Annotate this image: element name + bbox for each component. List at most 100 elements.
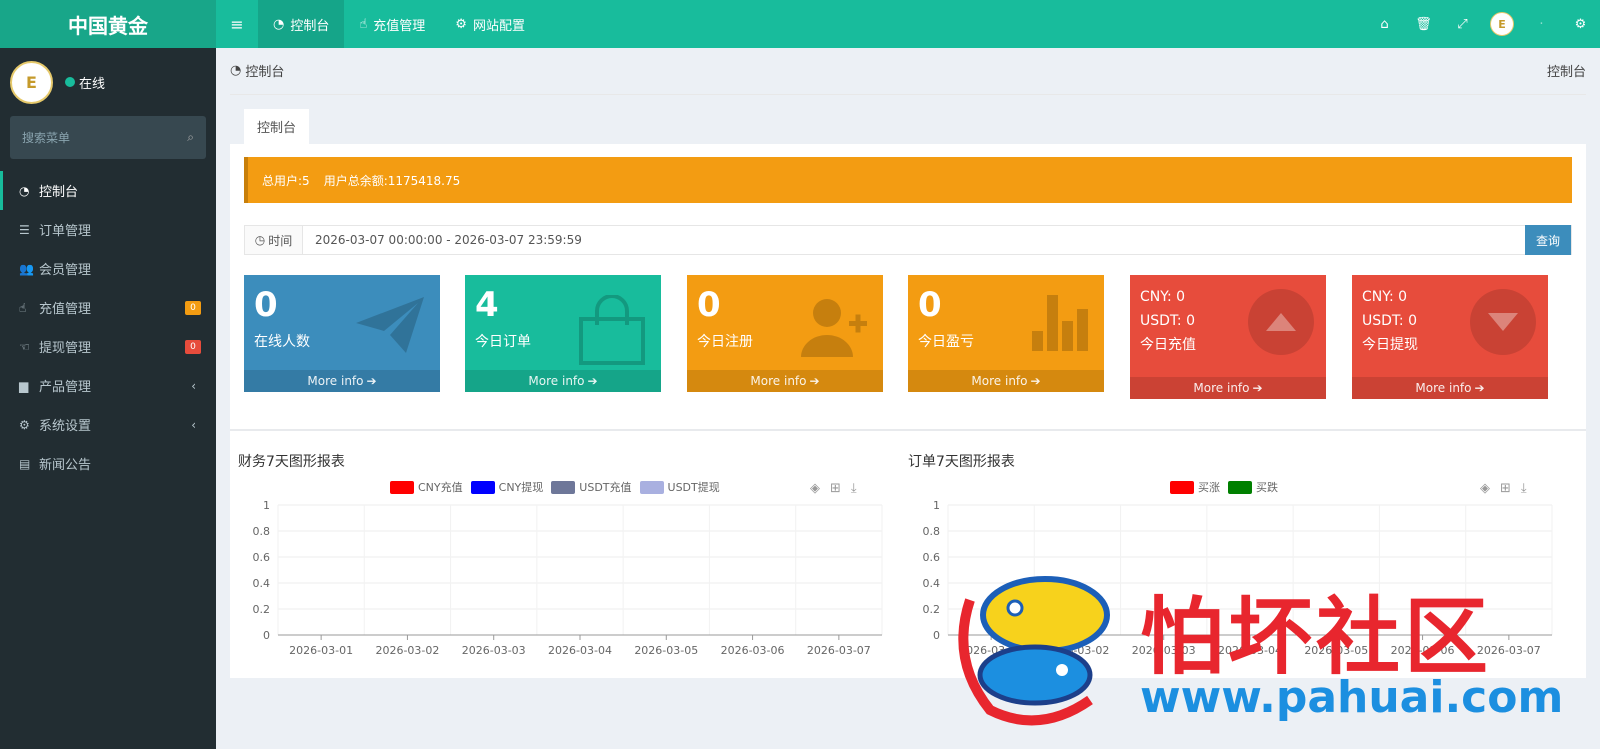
y-tick-label: 1: [933, 499, 940, 512]
sidebar-item-orders[interactable]: ☰ 订单管理: [0, 210, 216, 249]
more-info-link[interactable]: More info ➔: [1130, 377, 1326, 399]
legend-swatch: [551, 480, 576, 494]
more-info-label: More info: [971, 374, 1028, 388]
y-tick-label: 0.4: [923, 577, 941, 590]
user-status: 在线: [65, 73, 105, 92]
hand-icon: ☜: [19, 339, 30, 354]
panel-tabs: 控制台: [230, 95, 1586, 144]
more-info-link[interactable]: More info ➔: [244, 370, 440, 392]
finance-chart: 0 0.2 0.4 0.6 0.8 1 2026-03-01 2026-03-02 2026-0…: [230, 435, 890, 665]
dashboard-icon: ◔: [19, 183, 30, 198]
tab-panel-dashboard[interactable]: 控制台: [244, 109, 309, 144]
dashboard-icon: ◔: [230, 62, 242, 78]
search-icon[interactable]: ⌕: [187, 130, 194, 145]
user-avatar-small[interactable]: E: [1490, 12, 1514, 36]
more-info-label: More info: [528, 374, 585, 388]
sidebar-item-settings[interactable]: ⚙ 系统设置 ‹: [0, 405, 216, 444]
sidebar-toggle-button[interactable]: ≡: [216, 0, 258, 48]
top-navbar: ≡ ◔ 控制台 ☝ 充值管理 ⚙ 网站配置 ⌂ 🗑 ⤢ E · ⚙: [216, 0, 1600, 48]
sidebar-item-label: 新闻公告: [39, 458, 92, 473]
sidebar: E 在线 ⌕ ◔ 控制台 ☰ 订单管理 👥 会员管理 ☝ 充值管理 0 ☜ 提现…: [0, 48, 216, 749]
breadcrumb: ◔ 控制台 控制台: [216, 48, 1600, 92]
chart-legend: 买涨 买跌: [1170, 479, 1278, 495]
legend-swatch: [1228, 480, 1252, 494]
download-icon[interactable]: ⤓: [1521, 481, 1527, 496]
x-tick-label: 2026-03-07: [807, 644, 871, 657]
x-tick-label: 2026-03-06: [1391, 644, 1455, 657]
data-view-icon[interactable]: ⊞: [830, 481, 841, 496]
stack-icon[interactable]: ◈: [1480, 481, 1490, 496]
search-input[interactable]: [22, 130, 188, 145]
sidebar-item-label: 控制台: [39, 185, 79, 200]
more-info-label: More info: [307, 374, 364, 388]
dashboard-icon: ◔: [273, 16, 285, 32]
more-info-link[interactable]: More info ➔: [1352, 377, 1548, 399]
stat-box-profit: 0 今日盈亏 More info ➔: [908, 275, 1104, 392]
users-icon: 👥: [19, 261, 34, 276]
sidebar-item-recharge[interactable]: ☝ 充值管理 0: [0, 288, 216, 327]
tab-site-config[interactable]: ⚙ 网站配置: [440, 0, 540, 48]
query-button[interactable]: 查询: [1525, 225, 1571, 255]
stat-box-recharge: CNY: 0 USDT: 0 今日充值 More info ➔: [1130, 275, 1326, 399]
breadcrumb-current[interactable]: 控制台: [245, 61, 284, 80]
legend-item[interactable]: 买涨: [1170, 479, 1220, 495]
clock-icon: ◷: [254, 233, 266, 247]
sidebar-search: ⌕: [10, 116, 206, 159]
hand-pointer-icon: ☝: [19, 300, 27, 315]
more-info-link[interactable]: More info ➔: [908, 370, 1104, 392]
sidebar-item-dashboard[interactable]: ◔ 控制台: [0, 171, 216, 210]
sidebar-item-members[interactable]: 👥 会员管理: [0, 249, 216, 288]
y-tick-label: 0.6: [923, 551, 941, 564]
x-tick-label: 2026-03-03: [462, 644, 526, 657]
x-tick-label: 2026-03-02: [1045, 644, 1109, 657]
tab-recharge[interactable]: ☝ 充值管理: [344, 0, 440, 48]
gears-icon: ⚙: [19, 417, 30, 432]
sidebar-item-withdraw[interactable]: ☜ 提现管理 0: [0, 327, 216, 366]
legend-label: USDT充值: [579, 481, 632, 494]
y-tick-label: 0: [263, 629, 270, 642]
sidebar-item-label: 提现管理: [39, 341, 92, 356]
y-tick-label: 0.4: [253, 577, 271, 590]
brand-logo[interactable]: 中国黄金: [0, 0, 216, 48]
sidebar-item-products[interactable]: ▆ 产品管理 ‹: [0, 366, 216, 405]
legend-item[interactable]: USDT充值: [551, 479, 632, 495]
user-menu-button[interactable]: ·: [1522, 0, 1561, 48]
legend-item[interactable]: USDT提现: [639, 479, 720, 495]
chart-title: 财务7天图形报表: [238, 454, 345, 470]
y-tick-label: 1: [263, 499, 270, 512]
sidebar-menu: ◔ 控制台 ☰ 订单管理 👥 会员管理 ☝ 充值管理 0 ☜ 提现管理 0 ▆ …: [0, 171, 216, 483]
bar-chart-icon: [1032, 295, 1088, 351]
total-balance-text: 用户总余额:1175418.75: [323, 173, 461, 188]
legend-label: USDT提现: [667, 481, 720, 494]
section-divider: [230, 429, 1586, 431]
arrow-circle-right-icon: ➔: [809, 374, 820, 388]
stat-box-withdraw: CNY: 0 USDT: 0 今日提现 More info ➔: [1352, 275, 1548, 399]
x-tick-label: 2026-03-01: [289, 644, 353, 657]
paper-plane-icon: [356, 297, 424, 353]
x-tick-label: 2026-03-06: [721, 644, 785, 657]
more-info-link[interactable]: More info ➔: [465, 370, 661, 392]
hand-pointer-icon: ☝: [359, 16, 368, 32]
more-info-link[interactable]: More info ➔: [687, 370, 883, 392]
gears-icon: ⚙: [1574, 16, 1587, 32]
home-icon: ⌂: [1380, 16, 1389, 32]
arrow-circle-right-icon: ➔: [1030, 374, 1041, 388]
home-button[interactable]: ⌂: [1365, 0, 1404, 48]
date-range-input[interactable]: 2026-03-07 00:00:00 - 2026-03-07 23:59:5…: [303, 233, 1525, 247]
avatar[interactable]: E: [10, 60, 53, 104]
sidebar-item-news[interactable]: ▤ 新闻公告: [0, 444, 216, 483]
stack-icon[interactable]: ◈: [810, 481, 820, 496]
tab-dashboard[interactable]: ◔ 控制台: [258, 0, 345, 48]
chart-toolbox: ◈ ⊞ ⤓: [810, 481, 857, 496]
sidebar-item-label: 产品管理: [39, 380, 92, 395]
clear-cache-button[interactable]: 🗑: [1404, 0, 1443, 48]
legend-swatch: [639, 480, 664, 494]
data-view-icon[interactable]: ⊞: [1500, 481, 1511, 496]
settings-button[interactable]: ⚙: [1561, 0, 1600, 48]
legend-item[interactable]: CNY提现: [470, 479, 543, 495]
legend-item[interactable]: 买跌: [1228, 479, 1278, 495]
download-icon[interactable]: ⤓: [851, 481, 857, 496]
fullscreen-button[interactable]: ⤢: [1443, 0, 1482, 48]
hamburger-icon: ≡: [230, 14, 244, 34]
legend-item[interactable]: CNY充值: [390, 479, 463, 495]
